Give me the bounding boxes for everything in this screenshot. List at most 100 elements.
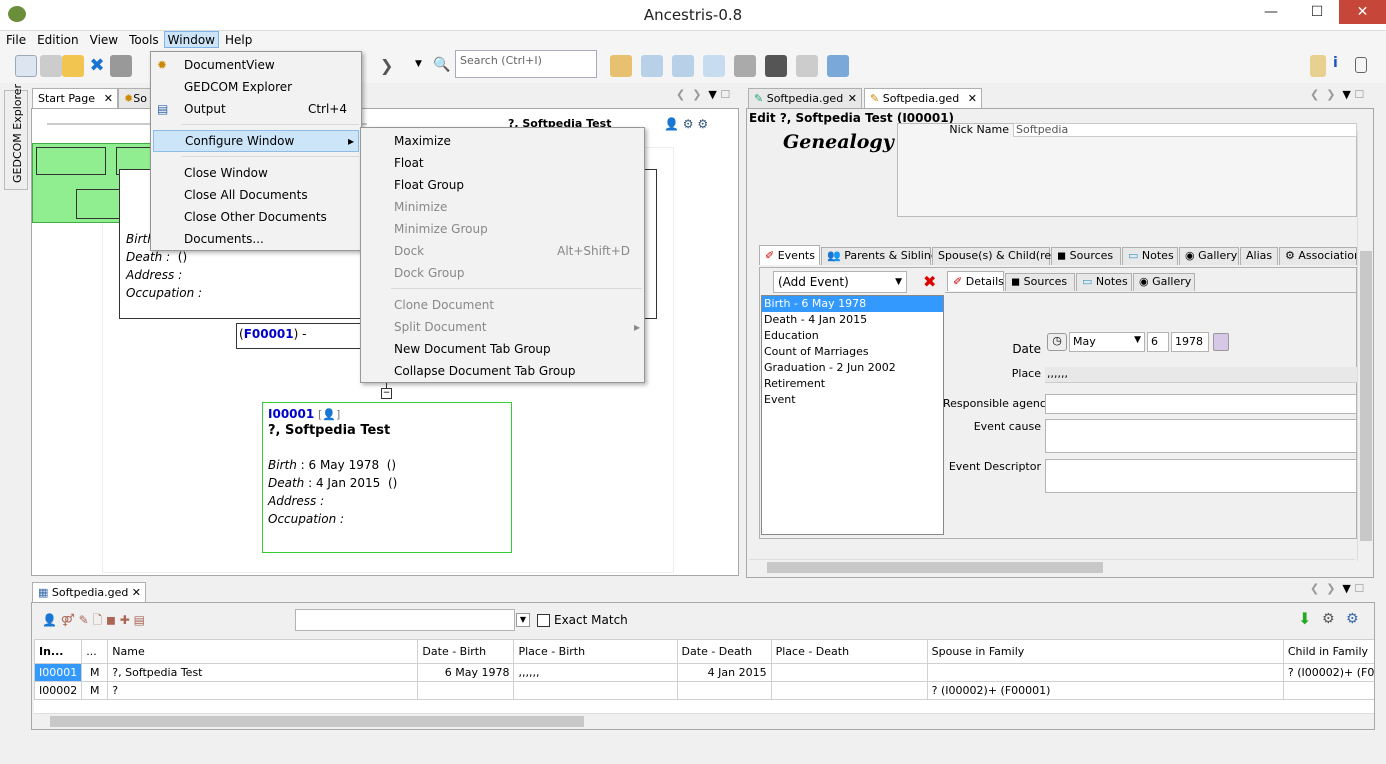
edit-tool-icon[interactable] [610, 55, 632, 77]
tab-notes[interactable]: ▭ Notes [1122, 247, 1178, 265]
col-name[interactable]: Name [107, 639, 419, 664]
close-window-button[interactable]: ✕ [1339, 0, 1386, 24]
cell[interactable]: ,,,,,, [513, 663, 678, 682]
editor-horizontal-scrollbar[interactable] [749, 559, 1355, 575]
history-dropdown-icon[interactable]: ▼ [415, 59, 422, 69]
col-id[interactable]: In... [34, 639, 83, 664]
menu-item-documents[interactable]: Documents... [151, 228, 361, 250]
delete-event-icon[interactable]: ✖ [923, 272, 936, 291]
save-all-icon[interactable] [40, 55, 62, 77]
cell[interactable] [770, 663, 928, 682]
menu-item-output[interactable]: ▤ Output Ctrl+4 [151, 98, 361, 120]
filter-dropdown-icon[interactable]: ▼ [516, 613, 530, 627]
menu-view[interactable]: View [84, 31, 123, 47]
exact-match-checkbox[interactable] [537, 614, 550, 627]
cell[interactable]: 6 May 1978 [417, 663, 515, 682]
tab-softpedia-ged-1[interactable]: ✎ Softpedia.ged ✕ [748, 88, 862, 108]
cell[interactable] [513, 681, 678, 700]
tab-parents[interactable]: 👥 Parents & Sibling [821, 247, 938, 265]
submenu-item-float-group[interactable]: Float Group [361, 174, 644, 196]
cell[interactable]: ? [107, 681, 419, 700]
add-media-icon[interactable] [734, 55, 756, 77]
cell[interactable]: ?, Softpedia Test [107, 663, 419, 682]
cell[interactable]: ? (I00002)+ (F00001) [926, 681, 1284, 700]
open-folder-icon[interactable] [62, 55, 84, 77]
col-place-birth[interactable]: Place - Birth [513, 639, 678, 664]
cell[interactable]: M [81, 681, 109, 700]
table-horizontal-scrollbar[interactable] [34, 713, 1374, 729]
event-item[interactable]: Education [762, 328, 943, 344]
table-row[interactable]: I00001 M ?, Softpedia Test 6 May 1978 ,,… [34, 663, 1374, 682]
editor-vertical-scrollbar[interactable] [1357, 131, 1373, 561]
settings-icon[interactable]: ⚙ [1322, 611, 1335, 627]
tab-sources[interactable]: ◼ Sources [1051, 247, 1121, 265]
collapse-toggle-icon[interactable]: − [381, 388, 392, 399]
cell[interactable] [676, 681, 772, 700]
event-item[interactable]: Death - 4 Jan 2015 [762, 312, 943, 328]
filter-input[interactable] [295, 609, 515, 631]
gedcom-explorer-side-tab[interactable]: GEDCOM Explorer [4, 84, 28, 190]
minimize-button[interactable]: — [1248, 0, 1294, 24]
tab-alias[interactable]: Alias [1240, 247, 1278, 265]
agency-field[interactable] [1045, 394, 1357, 414]
add-individual-icon[interactable] [641, 55, 663, 77]
date-options-icon[interactable] [1213, 333, 1229, 351]
search-input[interactable]: Search (Ctrl+I) [455, 50, 597, 78]
menu-tools[interactable]: Tools [123, 31, 164, 47]
event-item[interactable]: Count of Marriages [762, 344, 943, 360]
tab-spouses[interactable]: Spouse(s) & Child(ren) [932, 247, 1062, 265]
cell[interactable] [926, 663, 1284, 682]
col-spouse[interactable]: Spouse in Family [926, 639, 1284, 664]
maximize-button[interactable]: ☐ [1294, 0, 1340, 24]
tab-associations[interactable]: ⚙ Associations [1279, 247, 1357, 265]
col-place-death[interactable]: Place - Death [770, 639, 928, 664]
cell[interactable] [417, 681, 515, 700]
menu-item-gedcom-explorer[interactable]: GEDCOM Explorer [151, 76, 361, 98]
scroll-thumb[interactable] [767, 562, 1103, 573]
add-repository-icon[interactable] [827, 55, 849, 77]
place-field[interactable]: ,,,,,, [1045, 367, 1357, 383]
tab-bottom-softpedia[interactable]: ▦ Softpedia.ged ✕ [32, 582, 146, 602]
menu-item-close-window[interactable]: Close Window [151, 162, 361, 184]
submenu-item-float[interactable]: Float [361, 152, 644, 174]
individual-card[interactable]: I00001 [👤] ?, Softpedia Test Birth : 6 M… [262, 402, 512, 553]
tools-icon[interactable] [1310, 55, 1326, 77]
date-day-field[interactable]: 6 [1147, 332, 1169, 352]
tab-events[interactable]: ✐ Events [759, 245, 820, 265]
col-date-death[interactable]: Date - Death [676, 639, 772, 664]
col-sex[interactable]: ... [81, 639, 109, 664]
cell[interactable]: M [81, 663, 109, 682]
date-month-combo[interactable]: May ▼ [1069, 332, 1145, 352]
family-box[interactable]: (F00001) - [236, 323, 376, 349]
tab-softpedia-tree[interactable]: ✹So [118, 88, 152, 108]
col-date-birth[interactable]: Date - Birth [417, 639, 515, 664]
event-item[interactable]: Retirement [762, 376, 943, 392]
document-icon[interactable] [1355, 57, 1367, 73]
cell[interactable]: I00001 [34, 663, 83, 682]
tab-detail-sources[interactable]: ◼ Sources [1005, 273, 1075, 291]
menu-item-close-other-documents[interactable]: Close Other Documents [151, 206, 361, 228]
tab-gallery[interactable]: ◉ Gallery [1179, 247, 1239, 265]
tab-detail-gallery[interactable]: ◉ Gallery [1133, 273, 1195, 291]
menu-edition[interactable]: Edition [31, 31, 84, 47]
event-item[interactable]: Graduation - 2 Jun 2002 [762, 360, 943, 376]
bottom-tab-nav-arrows[interactable]: ❮ ❯ ▼ ☐ [1310, 582, 1364, 595]
tree-toolbar-icons[interactable]: 👤 ⚙ ⚙ [664, 117, 734, 135]
event-item[interactable]: Event [762, 392, 943, 408]
menu-item-close-all-documents[interactable]: Close All Documents [151, 184, 361, 206]
add-source-icon[interactable] [765, 55, 787, 77]
close-tab-icon[interactable]: ✕ [848, 92, 857, 105]
menu-window[interactable]: Window [163, 31, 219, 48]
event-item[interactable]: Birth - 6 May 1978 [762, 296, 943, 312]
submenu-item-new-document-tab-group[interactable]: New Document Tab Group [361, 338, 644, 360]
cell[interactable]: ? (I00002)+ (F000 [1282, 663, 1374, 682]
scroll-thumb[interactable] [50, 716, 584, 727]
download-icon[interactable]: ⬇ [1298, 609, 1311, 628]
cell[interactable] [1282, 681, 1374, 700]
submenu-item-maximize[interactable]: Maximize [361, 130, 644, 152]
submenu-item-collapse-document-tab-group[interactable]: Collapse Document Tab Group [361, 360, 644, 382]
event-descriptor-field[interactable] [1045, 459, 1357, 493]
search-icon[interactable]: 🔍 [433, 57, 450, 73]
tab-softpedia-ged-2[interactable]: ✎ Softpedia.ged ✕ [864, 88, 982, 108]
add-note-icon[interactable] [703, 55, 725, 77]
